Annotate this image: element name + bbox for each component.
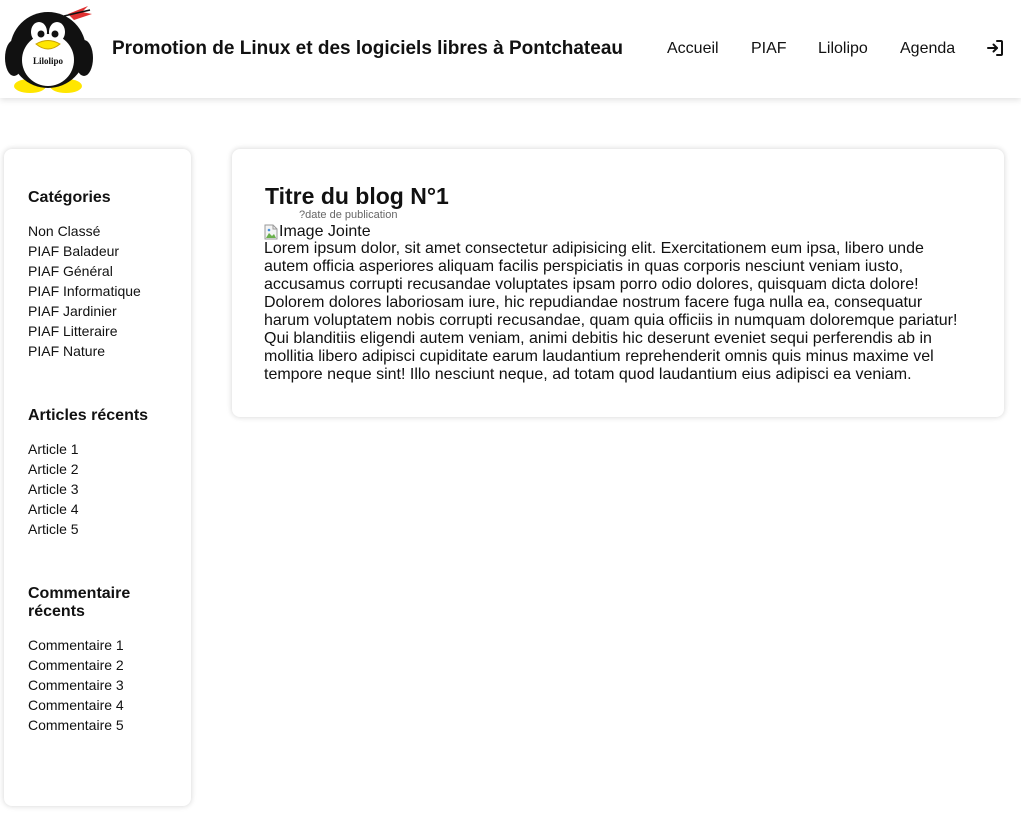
category-link[interactable]: PIAF Baladeur [28, 241, 141, 261]
category-link[interactable]: PIAF Général [28, 261, 141, 281]
comment-link[interactable]: Commentaire 3 [28, 675, 124, 695]
category-link[interactable]: PIAF Litteraire [28, 321, 141, 341]
category-link[interactable]: PIAF Nature [28, 341, 141, 361]
recent-comments-list: Commentaire 1 Commentaire 2 Commentaire … [28, 635, 124, 735]
comment-link[interactable]: Commentaire 4 [28, 695, 124, 715]
nav-accueil[interactable]: Accueil [667, 39, 719, 59]
post-date: ?date de publication [299, 209, 398, 221]
comment-link[interactable]: Commentaire 5 [28, 715, 124, 735]
attached-image: Image Jointe [264, 223, 371, 241]
article-link[interactable]: Article 1 [28, 439, 79, 459]
comment-link[interactable]: Commentaire 1 [28, 635, 124, 655]
article-link[interactable]: Article 5 [28, 519, 79, 539]
post-title: Titre du blog N°1 [265, 183, 449, 209]
sign-in-icon[interactable] [985, 38, 1005, 58]
blog-post-card: Titre du blog N°1 ?date de publication I… [232, 149, 1004, 417]
recent-articles-heading: Articles récents [28, 407, 149, 424]
categories-heading: Catégories [28, 189, 111, 206]
logo-text: Lilolipo [33, 56, 64, 66]
broken-image-icon [264, 224, 278, 240]
comment-link[interactable]: Commentaire 2 [28, 655, 124, 675]
sidebar: Catégories Non Classé PIAF Baladeur PIAF… [4, 149, 191, 806]
nav-lilolipo[interactable]: Lilolipo [818, 39, 868, 59]
article-link[interactable]: Article 4 [28, 499, 79, 519]
nav-agenda[interactable]: Agenda [900, 39, 955, 59]
site-header: Lilolipo Promotion de Linux et des logic… [0, 0, 1021, 98]
image-alt-text: Image Jointe [279, 223, 371, 240]
recent-comments-heading: Commentaire récents [28, 585, 131, 620]
category-link[interactable]: Non Classé [28, 221, 141, 241]
article-link[interactable]: Article 2 [28, 459, 79, 479]
category-link[interactable]: PIAF Jardinier [28, 301, 141, 321]
article-link[interactable]: Article 3 [28, 479, 79, 499]
tux-logo[interactable]: Lilolipo [2, 2, 96, 94]
post-body: Lorem ipsum dolor, sit amet consectetur … [264, 240, 958, 383]
recent-articles-list: Article 1 Article 2 Article 3 Article 4 … [28, 439, 79, 539]
nav-piaf[interactable]: PIAF [751, 39, 787, 59]
category-link[interactable]: PIAF Informatique [28, 281, 141, 301]
categories-list: Non Classé PIAF Baladeur PIAF Général PI… [28, 221, 141, 361]
site-title: Promotion de Linux et des logiciels libr… [112, 38, 623, 59]
